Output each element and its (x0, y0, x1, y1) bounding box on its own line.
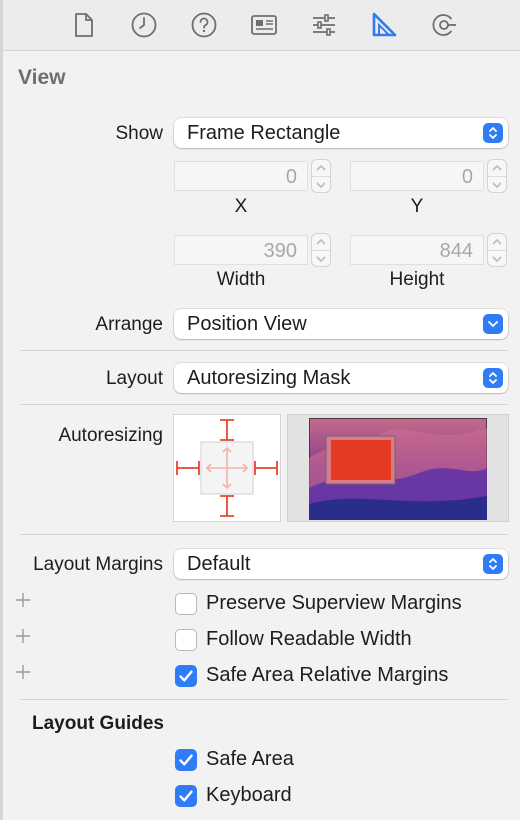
layout-popup[interactable]: Autoresizing Mask (174, 363, 508, 393)
checkmark-icon (179, 670, 193, 682)
chevron-up-icon (492, 238, 502, 245)
chevron-up-icon (316, 164, 326, 171)
height-label: Height (389, 269, 445, 290)
layout-guides-title: Layout Guides (32, 713, 164, 734)
divider (20, 699, 508, 700)
connections-icon[interactable] (429, 10, 459, 40)
layout-margins-popup-value: Default (187, 553, 251, 575)
autoresizing-label: Autoresizing (58, 425, 163, 446)
layout-margins-label: Layout Margins (33, 554, 163, 575)
x-field[interactable]: 0 (174, 161, 308, 191)
y-label: Y (410, 196, 424, 217)
follow-readable-width-checkbox[interactable] (175, 629, 197, 651)
height-stepper[interactable] (487, 233, 507, 267)
height-value: 844 (439, 240, 473, 262)
updown-chevron-icon (483, 123, 503, 143)
layout-margins-popup[interactable]: Default (174, 549, 508, 579)
safe-area-relative-margins-checkbox[interactable] (175, 665, 197, 687)
width-field[interactable]: 390 (174, 235, 308, 265)
arrange-popup-value: Position View (187, 313, 307, 335)
preserve-superview-margins-checkbox[interactable] (175, 593, 197, 615)
chevron-up-icon (316, 238, 326, 245)
height-field[interactable]: 844 (350, 235, 484, 265)
autoresizing-preview (287, 414, 509, 522)
top-strut[interactable] (220, 419, 234, 441)
chevron-down-icon (483, 314, 503, 334)
width-stepper[interactable] (311, 233, 331, 267)
safe-area-guide-checkbox[interactable] (175, 749, 197, 771)
checkmark-icon (179, 790, 193, 802)
file-icon[interactable] (69, 10, 99, 40)
chevron-down-icon (316, 256, 326, 263)
safe-area-relative-margins-label: Safe Area Relative Margins (206, 664, 449, 686)
keyboard-guide-checkbox[interactable] (175, 785, 197, 807)
safe-area-guide-label: Safe Area (206, 748, 294, 770)
follow-readable-width-label: Follow Readable Width (206, 628, 412, 650)
y-stepper[interactable] (487, 159, 507, 193)
y-value: 0 (461, 166, 473, 188)
layout-popup-value: Autoresizing Mask (187, 367, 351, 389)
left-strut[interactable] (176, 461, 200, 475)
keyboard-guide-label: Keyboard (206, 784, 292, 806)
plus-icon[interactable] (15, 591, 31, 614)
updown-chevron-icon (483, 554, 503, 574)
x-value: 0 (285, 166, 297, 188)
chevron-down-icon (316, 182, 326, 189)
ruler-icon[interactable] (369, 10, 399, 40)
layout-label: Layout (105, 368, 163, 389)
checkmark-icon (179, 754, 193, 766)
clock-icon[interactable] (129, 10, 159, 40)
width-value: 390 (263, 240, 297, 262)
show-popup[interactable]: Frame Rectangle (174, 118, 508, 148)
plus-icon[interactable] (15, 627, 31, 650)
autoresizing-mask-editor[interactable] (173, 414, 281, 522)
plus-icon[interactable] (15, 663, 31, 686)
chevron-down-icon (492, 182, 502, 189)
arrange-label: Arrange (95, 314, 163, 335)
chevron-down-icon (492, 256, 502, 263)
divider (20, 350, 508, 351)
x-stepper[interactable] (311, 159, 331, 193)
arrange-popup[interactable]: Position View (174, 309, 508, 339)
sliders-icon[interactable] (309, 10, 339, 40)
divider (20, 534, 508, 535)
chevron-up-icon (492, 164, 502, 171)
section-title: View (18, 66, 66, 89)
help-icon[interactable] (189, 10, 219, 40)
y-field[interactable]: 0 (350, 161, 484, 191)
updown-chevron-icon (483, 368, 503, 388)
preserve-superview-margins-label: Preserve Superview Margins (206, 592, 462, 614)
wallpaper-preview (309, 418, 487, 520)
width-label: Width (216, 269, 266, 290)
divider (20, 404, 508, 405)
inspector-toolbar (3, 0, 520, 50)
right-strut[interactable] (254, 461, 278, 475)
identity-icon[interactable] (249, 10, 279, 40)
show-popup-value: Frame Rectangle (187, 122, 341, 144)
bottom-strut[interactable] (220, 495, 234, 517)
x-label: X (234, 196, 248, 217)
show-label: Show (115, 123, 163, 144)
